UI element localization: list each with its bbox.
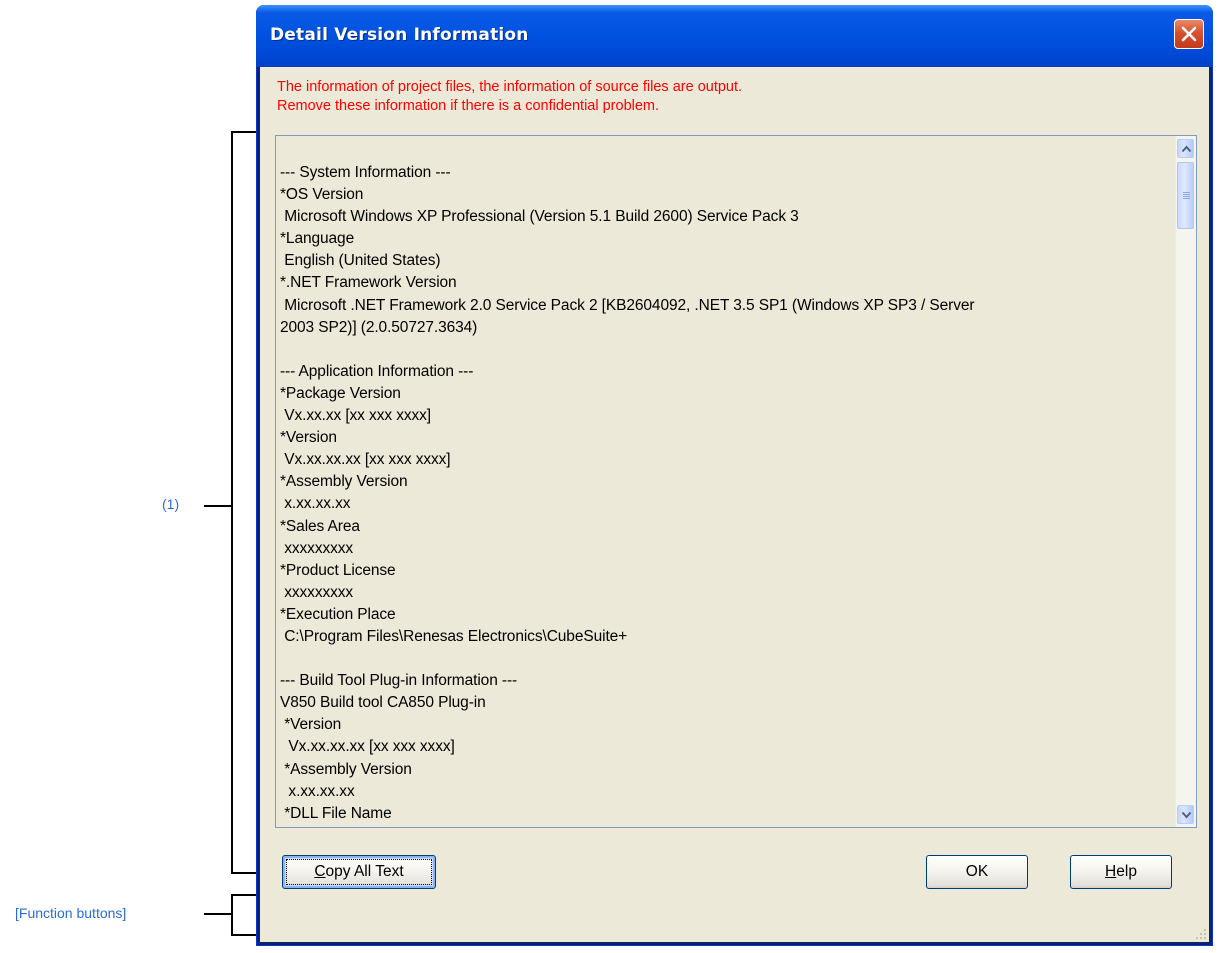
version-info-line: 2003 SP2)] (2.0.50727.3634)	[280, 318, 478, 336]
version-info-line: xxxxxxxxx	[280, 539, 354, 557]
scroll-down-arrow-icon	[1181, 811, 1192, 819]
function-buttons-bracket-bottom	[231, 934, 256, 936]
ok-button[interactable]: OK	[926, 855, 1028, 889]
version-info-line: Microsoft .NET Framework 2.0 Service Pac…	[280, 296, 975, 314]
dialog-title: Detail Version Information	[270, 25, 529, 45]
version-info-line: *Execution Place	[280, 605, 396, 623]
detail-version-information-dialog: Detail Version Information The informati…	[256, 5, 1213, 946]
close-icon	[1181, 26, 1197, 42]
version-info-line: Vx.xx.xx.xx [xx xxx xxxx]	[280, 738, 455, 756]
function-buttons-bracket-vertical	[231, 894, 233, 936]
version-info-line: *Assembly Version	[280, 473, 408, 491]
version-info-line: *Product License	[280, 561, 396, 579]
scroll-thumb[interactable]	[1177, 162, 1194, 229]
version-info-line: English (United States)	[280, 252, 441, 270]
area-callout-leader	[204, 505, 231, 507]
confidential-warning-line-2: Remove these information if there is a c…	[277, 98, 660, 114]
version-info-line: V850 Build tool CA850 Plug-in	[280, 694, 486, 712]
version-info-line: Microsoft Windows XP Professional (Versi…	[280, 208, 799, 226]
version-info-line: xxxxxxxxx	[280, 583, 354, 601]
version-info-line: Vx.xx.xx [xx xxx xxxx]	[280, 407, 432, 425]
version-info-line: --- System Information ---	[280, 164, 451, 181]
version-info-line: *Language	[280, 230, 355, 248]
version-info-line: x.xx.xx.xx	[280, 782, 355, 800]
area-bracket-bottom	[231, 872, 256, 874]
scroll-up-arrow-icon	[1181, 145, 1192, 153]
version-info-line: *DLL File Name	[280, 804, 392, 822]
version-info-line: x.xx.xx.xx	[280, 495, 351, 513]
version-info-line	[280, 648, 1165, 670]
function-buttons-callout-leader	[204, 913, 231, 915]
version-info-text[interactable]: --- System Information --- *OS Version Mi…	[280, 162, 1165, 825]
scroll-up-button[interactable]	[1177, 139, 1194, 158]
ok-label: OK	[965, 863, 989, 880]
version-info-line: *Assembly Version	[280, 760, 412, 778]
focus-ring	[286, 859, 432, 885]
copy-all-text-button[interactable]: Copy All Text	[282, 855, 436, 889]
version-info-line	[280, 339, 1165, 361]
dialog-client-area: The information of project files, the in…	[260, 67, 1209, 942]
vertical-scrollbar[interactable]	[1175, 136, 1196, 827]
resize-grip-icon[interactable]	[1195, 928, 1207, 940]
version-info-line: *Version	[280, 716, 342, 734]
close-button[interactable]	[1174, 19, 1204, 49]
version-info-text-area[interactable]: --- System Information --- *OS Version Mi…	[275, 135, 1197, 828]
area-bracket-top	[231, 131, 256, 133]
version-info-line: *.NET Framework Version	[280, 274, 457, 292]
version-info-line: *OS Version	[280, 186, 364, 204]
title-bar[interactable]: Detail Version Information	[256, 5, 1213, 67]
version-info-line: *Package Version	[280, 384, 401, 402]
function-buttons-bracket-top	[231, 894, 256, 896]
area-bracket-vertical	[231, 131, 233, 874]
help-label: Help	[1105, 863, 1137, 880]
version-info-line: --- Build Tool Plug-in Information ---	[280, 672, 518, 690]
version-info-line: --- Application Information ---	[280, 362, 474, 380]
function-buttons-callout-label: [Function buttons]	[15, 905, 127, 921]
version-info-line: *Sales Area	[280, 517, 360, 535]
scroll-down-button[interactable]	[1177, 805, 1194, 824]
version-info-line: C:\Program Files\Renesas Electronics\Cub…	[280, 627, 628, 645]
area-callout-label: (1)	[162, 496, 180, 512]
version-info-line: Vx.xx.xx.xx [xx xxx xxxx]	[280, 451, 451, 469]
help-button[interactable]: Help	[1070, 855, 1172, 889]
version-info-line: *Version	[280, 429, 337, 447]
confidential-warning-line-1: The information of project files, the in…	[277, 79, 743, 95]
